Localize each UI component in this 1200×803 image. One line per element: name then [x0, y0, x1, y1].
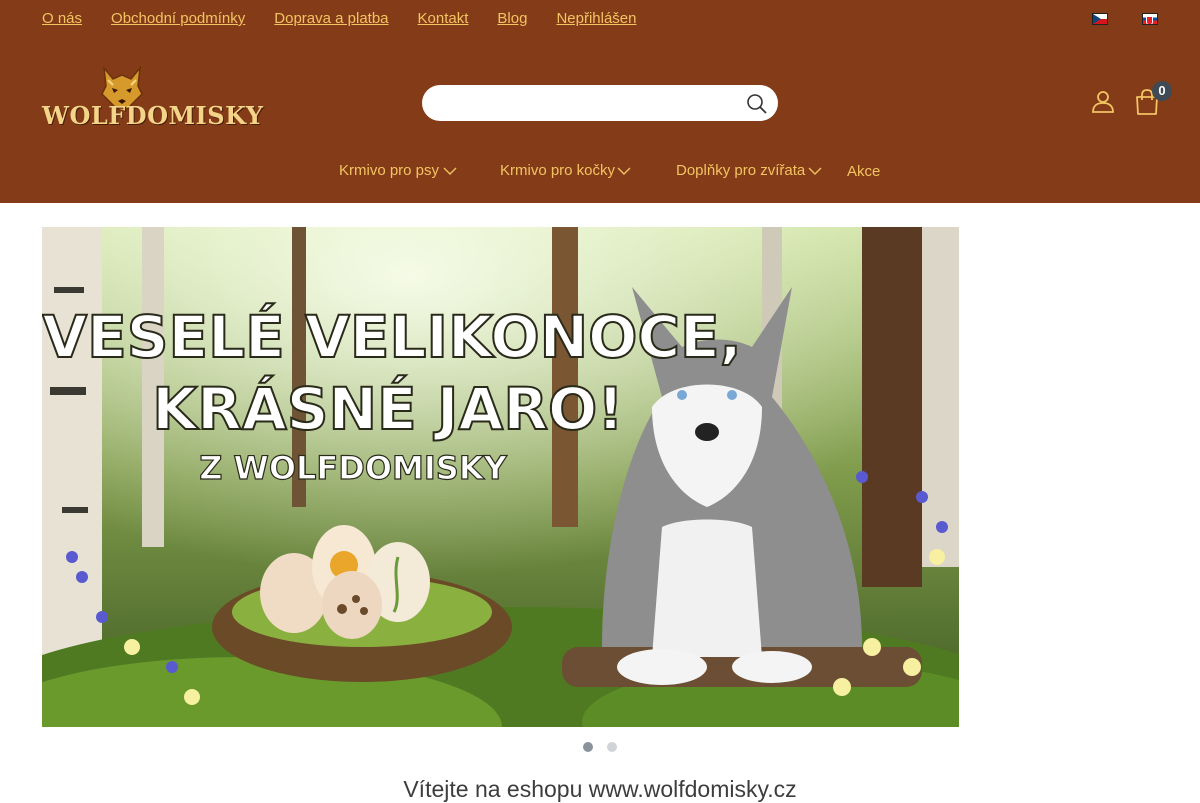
- top-links: O nás Obchodní podmínky Doprava a platba…: [42, 10, 665, 28]
- top-link-contact[interactable]: Kontakt: [418, 10, 469, 28]
- top-link-login-status[interactable]: Nepřihlášen: [556, 10, 636, 28]
- search-icon[interactable]: [744, 91, 770, 117]
- nav-item-cat-food[interactable]: Krmivo pro kočky: [500, 160, 615, 182]
- nav-item-pet-accessories[interactable]: Doplňky pro zvířata: [676, 160, 805, 182]
- carousel-dots: [583, 742, 617, 752]
- nav-item-label: Akce: [847, 163, 881, 180]
- czech-flag-icon[interactable]: [1092, 13, 1108, 25]
- user-icon[interactable]: [1090, 89, 1116, 115]
- hero-banner[interactable]: VESELÉ VELIKONOCE, KRÁSNÉ JARO! Z WOLFDO…: [42, 227, 959, 727]
- search-box: [422, 85, 778, 121]
- top-link-shipping[interactable]: Doprava a platba: [274, 10, 388, 28]
- chevron-down-icon: [808, 167, 822, 175]
- nav-item-label: Krmivo pro psy: [339, 162, 440, 179]
- search-input[interactable]: [438, 91, 738, 115]
- site-logo[interactable]: WOLFDOMISKY: [42, 66, 263, 132]
- carousel-dot-1[interactable]: [583, 742, 593, 752]
- chevron-down-icon: [443, 167, 457, 175]
- chevron-down-icon: [617, 167, 631, 175]
- nav-item-label: Krmivo pro kočky: [500, 162, 616, 179]
- top-link-about[interactable]: O nás: [42, 10, 82, 28]
- top-link-blog[interactable]: Blog: [497, 10, 527, 28]
- banner-headline-1: VESELÉ VELIKONOCE,: [42, 302, 741, 371]
- nav-item-label: Doplňky pro zvířata: [676, 162, 806, 179]
- nav-item-sale[interactable]: Akce: [847, 161, 880, 183]
- welcome-heading: Vítejte na eshopu www.wolfdomisky.cz: [403, 776, 797, 802]
- slovak-flag-icon[interactable]: [1142, 13, 1158, 25]
- logo-text: WOLFDOMISKY: [42, 101, 264, 130]
- easter-banner-image: VESELÉ VELIKONOCE, KRÁSNÉ JARO! Z WOLFDO…: [42, 227, 959, 727]
- nav-item-dog-food[interactable]: Krmivo pro psy: [339, 160, 439, 182]
- top-link-terms[interactable]: Obchodní podmínky: [111, 10, 245, 28]
- cart-count-badge: 0: [1152, 81, 1172, 101]
- carousel-dot-2[interactable]: [607, 742, 617, 752]
- banner-subline: Z WOLFDOMISKY: [199, 449, 507, 487]
- banner-headline-2: KRÁSNÉ JARO!: [152, 374, 624, 443]
- site-header: O nás Obchodní podmínky Doprava a platba…: [0, 0, 1200, 203]
